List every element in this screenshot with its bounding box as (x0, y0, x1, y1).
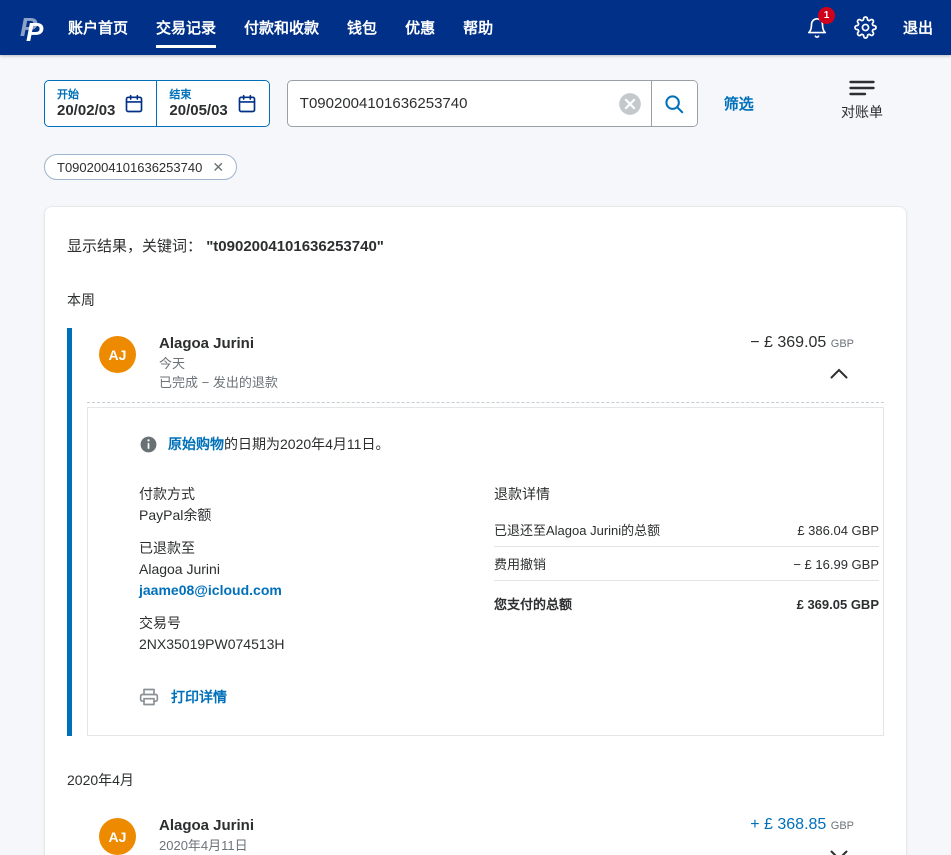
refund-row: 已退还至Alagoa Jurini的总额 £ 386.04 GBP (494, 513, 879, 547)
end-date-value: 20/05/03 (169, 101, 228, 119)
chip-close-icon[interactable]: ✕ (212, 160, 224, 174)
search-button[interactable] (650, 81, 697, 126)
end-date-field[interactable]: 结束 20/05/03 (156, 81, 268, 126)
nav-item-help[interactable]: 帮助 (463, 0, 493, 55)
refunded-to-email-link[interactable]: jaame08@icloud.com (139, 580, 282, 601)
calendar-icon[interactable] (237, 94, 257, 114)
details-left-column: 付款方式 PayPal余额 已退款至 Alagoa Jurini jaame08… (139, 484, 494, 707)
search-icon (665, 94, 684, 113)
nav-item-offers[interactable]: 优惠 (405, 0, 435, 55)
transaction-amount: − £ 369.05 GBP (750, 334, 854, 351)
refund-row-label: 已退还至Alagoa Jurini的总额 (494, 523, 661, 538)
start-date-field[interactable]: 开始 20/02/03 (45, 81, 156, 126)
statement-label: 对账单 (841, 104, 883, 120)
chip-label: T0902004101636253740 (57, 159, 203, 175)
results-summary: 显示结果，关键词： "t0902004101636253740" (67, 235, 884, 256)
refund-row-value: £ 386.04 GBP (797, 523, 879, 538)
transaction-id-label: 交易号 (139, 615, 181, 631)
clear-search-icon[interactable] (617, 91, 643, 117)
nav-item-wallet[interactable]: 钱包 (347, 0, 377, 55)
transaction-item-collapsed: AJ Alagoa Jurini 2020年4月11日 已退款 − 已收款项 +… (67, 810, 884, 855)
paypal-logo[interactable]: P P (20, 12, 48, 44)
avatar: AJ (99, 818, 136, 855)
logout-button[interactable]: 退出 (903, 17, 933, 38)
refund-total-row: 您支付的总额 £ 369.05 GBP (494, 581, 879, 613)
counterparty-name: Alagoa Jurini (159, 817, 255, 834)
printer-icon (139, 688, 159, 706)
refund-row: 费用撤销 − £ 16.99 GBP (494, 547, 879, 581)
transaction-row[interactable]: AJ Alagoa Jurini 今天 已完成 − 发出的退款 − £ 369.… (67, 328, 884, 402)
selected-accent-bar (67, 328, 72, 736)
refund-details-title: 退款详情 (494, 486, 550, 502)
chevron-up-icon[interactable] (830, 368, 848, 379)
refund-row-value: − £ 16.99 GBP (793, 557, 879, 572)
payment-method-value: PayPal余额 (139, 507, 212, 523)
print-details-label: 打印详情 (171, 689, 227, 705)
payment-method-label: 付款方式 (139, 486, 195, 502)
date-range-group: 开始 20/02/03 结束 20/05/03 (44, 80, 270, 127)
section-title-this-week: 本周 (67, 292, 95, 308)
search-input[interactable] (287, 95, 617, 112)
summary-keyword: "t0902004101636253740" (206, 238, 384, 255)
transaction-date: 今天 (159, 356, 186, 371)
gear-icon (854, 16, 877, 39)
calendar-icon[interactable] (124, 94, 144, 114)
transaction-row[interactable]: AJ Alagoa Jurini 2020年4月11日 已退款 − 已收款项 +… (67, 810, 884, 855)
nav-item-payments[interactable]: 付款和收款 (244, 0, 319, 55)
transaction-date: 2020年4月11日 (159, 838, 248, 853)
counterparty-name: Alagoa Jurini (159, 335, 255, 352)
original-purchase-link[interactable]: 原始购物 (168, 436, 224, 452)
currency-code: GBP (830, 820, 854, 832)
settings-button[interactable] (854, 16, 877, 39)
transaction-item-expanded: AJ Alagoa Jurini 今天 已完成 − 发出的退款 − £ 369.… (67, 328, 884, 736)
print-details-button[interactable]: 打印详情 (139, 687, 494, 707)
results-card: 显示结果，关键词： "t0902004101636253740" 本周 AJ A… (44, 206, 907, 855)
currency-code: GBP (830, 338, 854, 350)
search-filter-chip: T0902004101636253740 ✕ (44, 154, 238, 180)
refunded-to-label: 已退款至 (139, 540, 195, 556)
refunded-to-name: Alagoa Jurini (139, 561, 220, 577)
start-date-label: 开始 (57, 88, 79, 101)
start-date-value: 20/02/03 (57, 101, 116, 119)
info-icon (140, 436, 157, 452)
notifications-button[interactable]: 1 (806, 6, 835, 40)
main-nav: 账户首页 交易记录 付款和收款 钱包 优惠 帮助 (68, 0, 493, 55)
summary-label: 显示结果，关键词： (67, 238, 203, 255)
refund-details-column: 退款详情 已退还至Alagoa Jurini的总额 £ 386.04 GBP 费… (494, 484, 881, 707)
svg-text:P: P (26, 17, 44, 44)
transaction-amount: + £ 368.85 GBP (750, 816, 854, 833)
original-purchase-text: 的日期为2020年4月11日。 (224, 436, 390, 452)
section-title-april-2020: 2020年4月 (67, 772, 134, 788)
nav-item-transactions[interactable]: 交易记录 (156, 0, 217, 55)
refund-total-label: 您支付的总额 (494, 597, 573, 612)
end-date-label: 结束 (169, 88, 192, 101)
filter-link[interactable]: 筛选 (724, 93, 754, 114)
notification-badge: 1 (817, 6, 835, 24)
transaction-id-value: 2NX35019PW074513H (139, 636, 285, 652)
refund-row-label: 费用撤销 (494, 557, 547, 572)
search-box (286, 80, 698, 127)
statement-icon (849, 80, 875, 96)
avatar: AJ (99, 336, 136, 373)
transaction-status: 已完成 − 发出的退款 (159, 375, 278, 390)
chevron-down-icon[interactable] (830, 850, 848, 855)
statement-button[interactable]: 对账单 (841, 80, 883, 122)
dashed-divider (87, 402, 884, 403)
refund-total-value: £ 369.05 GBP (796, 597, 879, 612)
paypal-logo-icon: P P (20, 12, 44, 44)
top-navigation-bar: P P 账户首页 交易记录 付款和收款 钱包 优惠 帮助 1 退出 (0, 0, 951, 55)
nav-item-account-home[interactable]: 账户首页 (68, 0, 128, 55)
filter-bar: 开始 20/02/03 结束 20/05/03 T090200410163625… (0, 55, 951, 127)
transaction-details-panel: 原始购物的日期为2020年4月11日。 付款方式 PayPal余额 已退款至 A… (87, 407, 884, 736)
